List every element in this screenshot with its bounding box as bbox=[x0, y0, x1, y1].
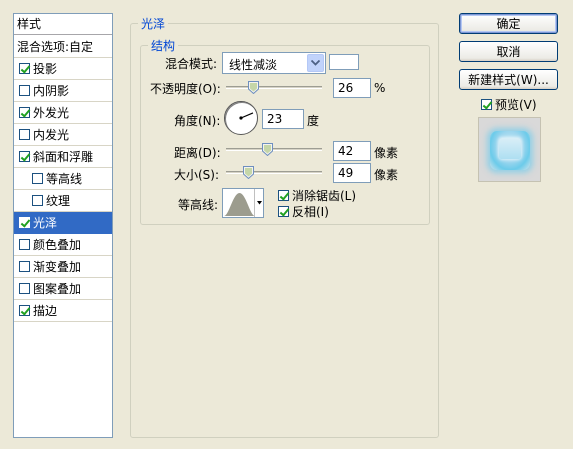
angle-label: 角度(N): bbox=[174, 114, 221, 128]
style-list-item[interactable]: 纹理 bbox=[14, 190, 112, 212]
style-list-item-checkbox[interactable] bbox=[19, 63, 30, 74]
size-label: 大小(S): bbox=[174, 168, 220, 182]
style-list-item-label: 纹理 bbox=[46, 194, 71, 208]
gloss-color-swatch[interactable] bbox=[329, 54, 359, 70]
style-list-header: 样式 bbox=[14, 14, 112, 35]
chevron-down-icon[interactable] bbox=[307, 54, 324, 72]
slider-thumb-icon[interactable] bbox=[243, 166, 254, 179]
style-list-item-checkbox[interactable] bbox=[32, 195, 43, 206]
angle-dial[interactable] bbox=[224, 101, 258, 135]
style-list-item-label: 等高线 bbox=[46, 172, 83, 186]
style-list-item-label: 斜面和浮雕 bbox=[33, 150, 94, 164]
style-list-item[interactable]: 描边 bbox=[14, 300, 112, 322]
ok-button[interactable]: 确定 bbox=[459, 13, 558, 34]
invert-label: 反相(I) bbox=[292, 205, 329, 219]
gloss-group-title: 光泽 bbox=[141, 17, 166, 31]
preview-label: 预览(V) bbox=[495, 98, 537, 112]
style-preview-thumbnail bbox=[478, 117, 541, 182]
style-list-item-checkbox[interactable] bbox=[19, 217, 30, 228]
preview-glow bbox=[490, 131, 530, 170]
opacity-slider[interactable] bbox=[226, 81, 322, 95]
structure-group-title: 结构 bbox=[151, 39, 176, 53]
style-list-item-checkbox[interactable] bbox=[19, 151, 30, 162]
preview-glow-inner bbox=[499, 138, 521, 159]
style-list-item-label: 光泽 bbox=[33, 216, 58, 230]
style-list-item-checkbox[interactable] bbox=[32, 173, 43, 184]
blend-mode-label: 混合模式: bbox=[165, 57, 218, 71]
style-list-item[interactable]: 投影 bbox=[14, 58, 112, 80]
style-list-item-label: 图案叠加 bbox=[33, 282, 82, 296]
style-list-item[interactable]: 内阴影 bbox=[14, 80, 112, 102]
style-list-item[interactable]: 光泽 bbox=[14, 212, 112, 234]
style-list-item-checkbox[interactable] bbox=[19, 283, 30, 294]
contour-picker[interactable] bbox=[222, 188, 264, 218]
slider-thumb-icon[interactable] bbox=[248, 81, 259, 94]
invert-checkbox[interactable] bbox=[278, 206, 289, 217]
anti-alias-option[interactable]: 消除锯齿(L) bbox=[278, 187, 356, 204]
opacity-label: 不透明度(O): bbox=[150, 82, 221, 96]
angle-needle-icon bbox=[239, 112, 254, 120]
style-list-item-label: 投影 bbox=[33, 62, 58, 76]
style-list-item[interactable]: 等高线 bbox=[14, 168, 112, 190]
style-list-item-checkbox[interactable] bbox=[19, 129, 30, 140]
size-input[interactable]: 49 bbox=[333, 163, 371, 183]
style-list-item[interactable]: 斜面和浮雕 bbox=[14, 146, 112, 168]
opacity-input[interactable]: 26 bbox=[333, 78, 371, 98]
style-list-item-label: 颜色叠加 bbox=[33, 238, 82, 252]
style-list-item-checkbox[interactable] bbox=[19, 261, 30, 272]
new-style-button[interactable]: 新建样式(W)... bbox=[459, 69, 558, 90]
angle-unit: 度 bbox=[307, 114, 320, 128]
style-list-item-label: 描边 bbox=[33, 304, 58, 318]
style-list-item-label: 混合选项:自定 bbox=[17, 40, 94, 54]
style-list-item[interactable]: 外发光 bbox=[14, 102, 112, 124]
distance-input[interactable]: 42 bbox=[333, 141, 371, 161]
anti-alias-checkbox[interactable] bbox=[278, 190, 289, 201]
angle-input[interactable]: 23 bbox=[262, 109, 304, 129]
style-list-item[interactable]: 混合选项:自定 bbox=[14, 36, 112, 58]
opacity-unit: % bbox=[374, 81, 386, 95]
preview-checkbox[interactable] bbox=[481, 99, 492, 110]
slider-thumb-icon[interactable] bbox=[262, 143, 273, 156]
style-list-item[interactable]: 颜色叠加 bbox=[14, 234, 112, 256]
distance-label: 距离(D): bbox=[174, 146, 221, 160]
contour-curve-icon bbox=[224, 193, 255, 216]
opacity-slider-track bbox=[226, 86, 322, 89]
anti-alias-label: 消除锯齿(L) bbox=[292, 189, 357, 203]
style-list-item-checkbox[interactable] bbox=[19, 85, 30, 96]
style-list-item[interactable]: 内发光 bbox=[14, 124, 112, 146]
cancel-button[interactable]: 取消 bbox=[459, 41, 558, 62]
style-list-item-label: 内发光 bbox=[33, 128, 70, 142]
distance-slider[interactable] bbox=[226, 143, 322, 157]
style-list-item[interactable]: 渐变叠加 bbox=[14, 256, 112, 278]
style-list-item[interactable]: 图案叠加 bbox=[14, 278, 112, 300]
size-slider-track bbox=[226, 171, 322, 174]
blend-mode-select[interactable]: 线性减淡 bbox=[222, 52, 326, 74]
chevron-down-icon[interactable] bbox=[254, 189, 263, 217]
style-list-item-checkbox[interactable] bbox=[19, 239, 30, 250]
size-unit: 像素 bbox=[374, 168, 399, 182]
size-slider[interactable] bbox=[226, 166, 322, 180]
contour-label: 等高线: bbox=[178, 198, 219, 212]
preview-option[interactable]: 预览(V) bbox=[481, 96, 537, 113]
blend-mode-value: 线性减淡 bbox=[229, 58, 278, 72]
distance-unit: 像素 bbox=[374, 146, 399, 160]
style-list-item-checkbox[interactable] bbox=[19, 107, 30, 118]
style-list-item-label: 内阴影 bbox=[33, 84, 70, 98]
style-list-item-checkbox[interactable] bbox=[19, 305, 30, 316]
invert-option[interactable]: 反相(I) bbox=[278, 203, 329, 220]
style-list-item-label: 渐变叠加 bbox=[33, 260, 82, 274]
distance-slider-track bbox=[226, 148, 322, 151]
style-list-item-label: 外发光 bbox=[33, 106, 70, 120]
style-list: 样式 混合选项:自定投影内阴影外发光内发光斜面和浮雕等高线纹理光泽颜色叠加渐变叠… bbox=[13, 13, 113, 438]
